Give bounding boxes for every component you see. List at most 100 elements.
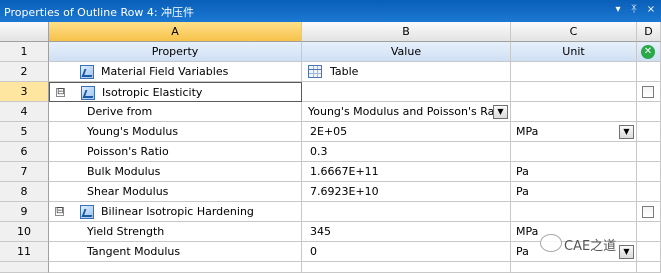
- property-cell[interactable]: Yield Strength: [49, 222, 302, 242]
- dropdown-menu-icon[interactable]: ▾: [610, 2, 626, 18]
- table-row[interactable]: 7 Bulk Modulus 1.6667E+11 Pa: [0, 162, 661, 182]
- property-label: Bilinear Isotropic Hardening: [101, 205, 254, 218]
- d-cell: [637, 62, 661, 82]
- property-column-label: Property: [49, 42, 302, 62]
- property-icon: [81, 86, 95, 100]
- d-cell: [637, 202, 661, 222]
- property-cell[interactable]: Shear Modulus: [49, 182, 302, 202]
- property-label: Poisson's Ratio: [87, 145, 169, 158]
- value-text: 1.6667E+11: [310, 165, 379, 178]
- property-icon: [80, 205, 94, 219]
- table-row[interactable]: 9 ⊟ Bilinear Isotropic Hardening: [0, 202, 661, 222]
- d-cell: [637, 102, 661, 122]
- watermark-text: CAE之道: [564, 239, 617, 254]
- property-icon: [80, 65, 94, 79]
- table-row[interactable]: 8 Shear Modulus 7.6923E+10 Pa: [0, 182, 661, 202]
- unit-cell: Pa: [511, 182, 637, 202]
- corner-cell: [0, 22, 49, 42]
- pin-icon[interactable]: ᛡ: [626, 2, 642, 18]
- table-icon[interactable]: [308, 65, 322, 78]
- unit-cell: [511, 82, 637, 102]
- column-b-header[interactable]: B: [302, 22, 511, 42]
- value-text: 0.3: [310, 145, 328, 158]
- property-cell[interactable]: ⊟ Bilinear Isotropic Hardening: [49, 202, 302, 222]
- value-cell: 7.6923E+10: [302, 182, 511, 202]
- table-row[interactable]: 6 Poisson's Ratio 0.3: [0, 142, 661, 162]
- property-cell[interactable]: Bulk Modulus: [49, 162, 302, 182]
- property-cell[interactable]: Derive from: [49, 102, 302, 122]
- header-d-cell: ✕: [637, 42, 661, 62]
- row-number[interactable]: 6: [0, 142, 49, 162]
- value-cell[interactable]: Table: [302, 62, 511, 82]
- unit-cell: [511, 102, 637, 122]
- row-number[interactable]: 10: [0, 222, 49, 242]
- collapse-icon[interactable]: ⊟: [56, 88, 65, 97]
- d-cell: [637, 162, 661, 182]
- collapse-icon[interactable]: ⊟: [55, 207, 64, 216]
- table-row[interactable]: 2 Material Field Variables Table: [0, 62, 661, 82]
- delete-x-icon[interactable]: ✕: [641, 45, 655, 59]
- unit-text: Pa: [516, 165, 529, 178]
- row-number: [0, 262, 49, 273]
- value-cell[interactable]: Young's Modulus and Poisson's Ratio ▼: [302, 102, 511, 122]
- table-row[interactable]: 4 Derive from Young's Modulus and Poisso…: [0, 102, 661, 122]
- value-cell[interactable]: 345: [302, 222, 511, 242]
- d-cell: [637, 82, 661, 102]
- suppress-checkbox[interactable]: [642, 86, 654, 98]
- property-label: Isotropic Elasticity: [102, 86, 203, 99]
- property-label: Derive from: [87, 105, 153, 118]
- row-number[interactable]: 1: [0, 42, 49, 62]
- chat-bubble-icon: [540, 234, 562, 252]
- unit-text: MPa: [516, 225, 539, 238]
- table-header-row: 1 Property Value Unit ✕: [0, 42, 661, 62]
- value-cell[interactable]: 0.3: [302, 142, 511, 162]
- value-text: 345: [310, 225, 331, 238]
- property-cell: [49, 262, 302, 273]
- value-text: 0: [310, 245, 317, 258]
- row-number[interactable]: 8: [0, 182, 49, 202]
- property-label: Bulk Modulus: [87, 165, 161, 178]
- d-cell: [637, 262, 661, 273]
- column-a-header[interactable]: A: [49, 22, 302, 42]
- property-label: Shear Modulus: [87, 185, 169, 198]
- dropdown-arrow-icon[interactable]: ▼: [619, 125, 634, 139]
- row-number[interactable]: 9: [0, 202, 49, 222]
- value-cell[interactable]: 0: [302, 242, 511, 262]
- title-bar: Properties of Outline Row 4: 冲压件 ▾ ᛡ ×: [0, 0, 661, 22]
- value-cell: [302, 202, 511, 222]
- row-number[interactable]: 4: [0, 102, 49, 122]
- property-cell[interactable]: Poisson's Ratio: [49, 142, 302, 162]
- unit-text: Pa: [516, 185, 529, 198]
- watermark: CAE之道: [540, 230, 655, 258]
- suppress-checkbox[interactable]: [642, 206, 654, 218]
- unit-cell: Pa: [511, 162, 637, 182]
- unit-column-label: Unit: [511, 42, 637, 62]
- unit-cell: [511, 62, 637, 82]
- property-cell[interactable]: Material Field Variables: [49, 62, 302, 82]
- property-cell[interactable]: Tangent Modulus: [49, 242, 302, 262]
- partial-row: [0, 262, 661, 273]
- close-icon[interactable]: ×: [643, 2, 659, 18]
- column-c-header[interactable]: C: [511, 22, 637, 42]
- table-row[interactable]: 5 Young's Modulus 2E+05 MPa ▼: [0, 122, 661, 142]
- row-number[interactable]: 3: [0, 82, 49, 102]
- table-row[interactable]: 3 ⊟ Isotropic Elasticity: [0, 82, 661, 102]
- properties-window: Properties of Outline Row 4: 冲压件 ▾ ᛡ × A…: [0, 0, 661, 273]
- unit-cell[interactable]: MPa ▼: [511, 122, 637, 142]
- row-number[interactable]: 7: [0, 162, 49, 182]
- property-label: Material Field Variables: [101, 65, 229, 78]
- dropdown-arrow-icon[interactable]: ▼: [493, 105, 508, 119]
- row-number[interactable]: 5: [0, 122, 49, 142]
- value-cell[interactable]: 2E+05: [302, 122, 511, 142]
- row-number[interactable]: 2: [0, 62, 49, 82]
- column-letter-header: A B C D: [0, 22, 661, 42]
- value-column-label: Value: [302, 42, 511, 62]
- unit-text: Pa: [516, 245, 529, 258]
- property-cell[interactable]: Young's Modulus: [49, 122, 302, 142]
- row-number[interactable]: 11: [0, 242, 49, 262]
- value-text: 2E+05: [310, 125, 348, 138]
- property-cell[interactable]: ⊟ Isotropic Elasticity: [49, 82, 302, 102]
- value-text: Table: [330, 65, 359, 78]
- column-d-header[interactable]: D: [637, 22, 661, 42]
- value-text: Young's Modulus and Poisson's Ratio: [308, 105, 509, 118]
